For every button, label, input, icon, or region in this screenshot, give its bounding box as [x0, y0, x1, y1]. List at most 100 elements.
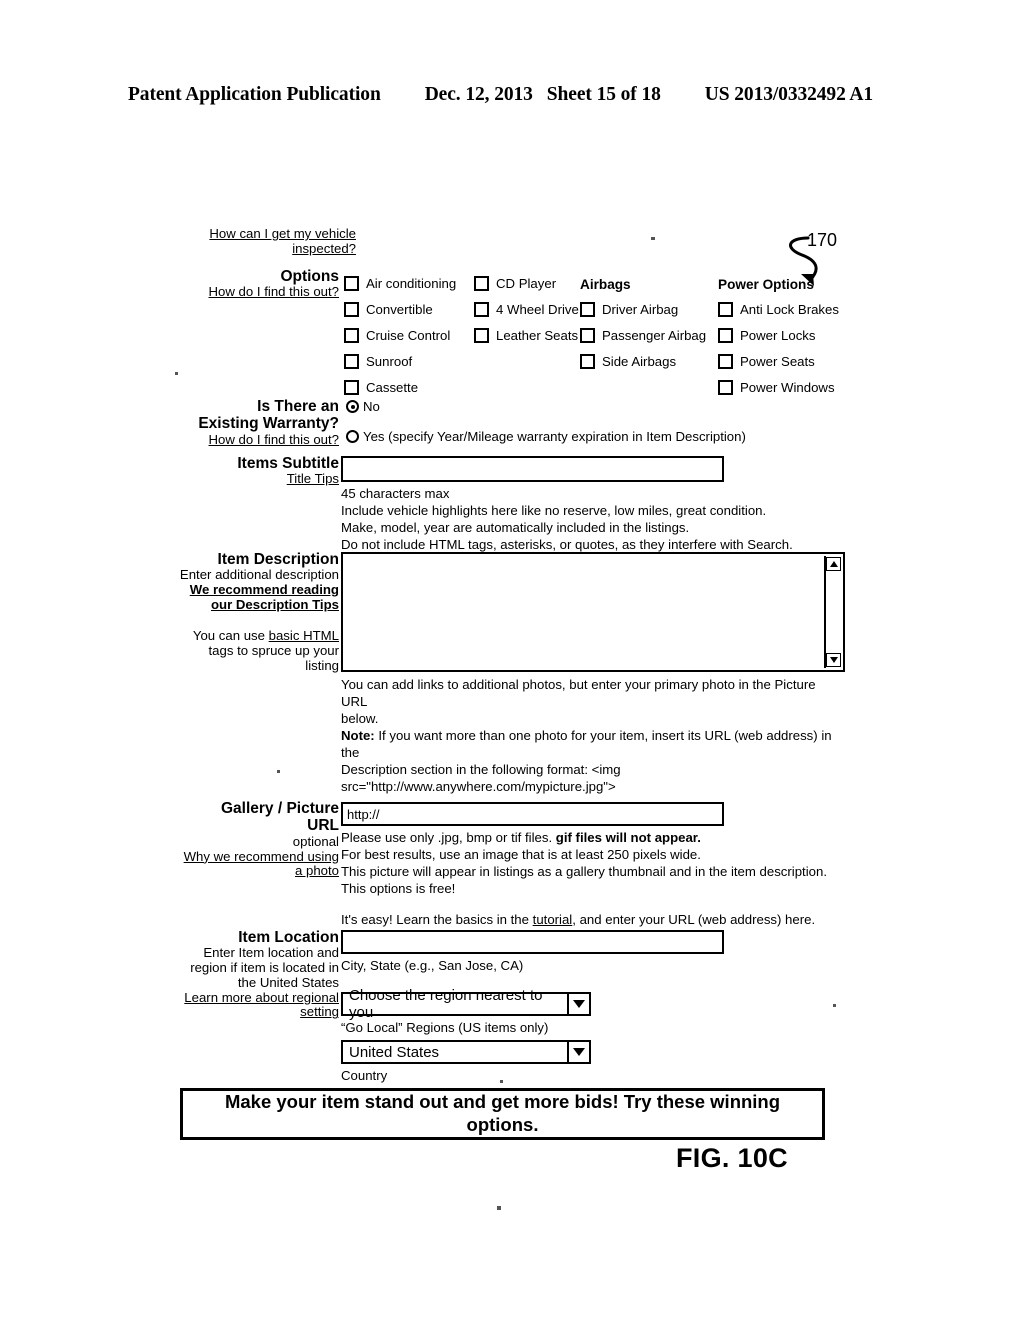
scan-speck	[651, 237, 655, 240]
gallery-label-block: Gallery / Picture URL optional Why we re…	[150, 800, 339, 879]
checkbox-icon[interactable]	[718, 353, 733, 369]
option-label: 4 Wheel Drive	[496, 301, 579, 317]
checkbox-icon[interactable]	[580, 353, 595, 369]
option-label: Power Windows	[740, 379, 835, 395]
location-input[interactable]	[341, 930, 724, 954]
option-label: Convertible	[366, 301, 433, 317]
option-label: Power Seats	[740, 353, 815, 369]
options-label: Options	[280, 268, 339, 285]
vehicle-inspect-link-line1[interactable]: How can I get my vehicle	[150, 226, 356, 242]
airbags-heading: Airbags	[580, 276, 631, 292]
location-regional-link-line2[interactable]: setting	[150, 1005, 339, 1020]
location-regional-link-line1[interactable]: Learn more about regional	[150, 990, 339, 1006]
radio-icon[interactable]	[346, 430, 359, 443]
checkbox-icon[interactable]	[718, 379, 733, 395]
option-label: Driver Airbag	[602, 301, 679, 317]
location-hint: City, State (e.g., San Jose, CA)	[341, 958, 524, 973]
options-help-link[interactable]: How do I find this out?	[150, 285, 339, 300]
description-note: Note: If you want more than one photo fo…	[341, 727, 836, 795]
tutorial-link[interactable]: tutorial	[533, 912, 573, 927]
option-cd-player[interactable]: CD Player	[474, 270, 579, 296]
description-html-line1-pre: You can use	[192, 628, 269, 643]
option-cassette[interactable]: Cassette	[344, 374, 456, 400]
country-select-value: United States	[349, 1043, 440, 1061]
gallery-why-link-line1[interactable]: Why we recommend using	[150, 849, 339, 865]
gallery-easy-text: It's easy! Learn the basics in the tutor…	[341, 911, 851, 928]
option-label: Passenger Airbag	[602, 327, 707, 343]
subtitle-tips-link[interactable]: Title Tips	[150, 472, 339, 487]
warranty-help-link[interactable]: How do I find this out?	[150, 432, 339, 448]
description-textarea[interactable]	[341, 552, 845, 672]
subtitle-hint-line2: Include vehicle highlights here like no …	[341, 503, 767, 519]
figure-label: FIG. 10C	[676, 1143, 788, 1173]
location-label-block: Item Location Enter Item location and re…	[150, 929, 339, 1020]
checkbox-icon[interactable]	[344, 327, 359, 343]
checkbox-icon[interactable]	[344, 353, 359, 369]
promo-banner[interactable]: Make your item stand out and get more bi…	[180, 1088, 825, 1140]
radio-icon[interactable]	[346, 400, 359, 413]
scrollbar-down-button[interactable]	[826, 653, 841, 667]
gallery-hint-line3: This picture will appear in listings as …	[341, 864, 827, 880]
region-select[interactable]: Choose the region nearest to you	[341, 987, 591, 1021]
description-label: Item Description	[217, 551, 339, 568]
option-passenger-airbag[interactable]: Passenger Airbag	[580, 322, 706, 348]
vehicle-inspect-link-line2[interactable]: inspected?	[150, 241, 356, 257]
country-hint: Country	[341, 1068, 388, 1083]
country-select[interactable]: United States	[341, 1040, 591, 1064]
gallery-url-value: http://	[347, 806, 380, 822]
description-tips-link-line1[interactable]: We recommend reading	[150, 582, 339, 598]
option-driver-airbag[interactable]: Driver Airbag	[580, 296, 706, 322]
warranty-radio-yes-label: Yes (specify Year/Mileage warranty expir…	[363, 429, 746, 444]
chevron-down-icon[interactable]	[567, 1042, 589, 1062]
option-power-locks[interactable]: Power Locks	[718, 322, 839, 348]
option-side-airbags[interactable]: Side Airbags	[580, 348, 706, 374]
gallery-why-link-line2[interactable]: a photo	[150, 863, 339, 879]
triangle-up-icon	[829, 561, 838, 567]
checkbox-icon[interactable]	[718, 301, 733, 317]
option-anti-lock-brakes[interactable]: Anti Lock Brakes	[718, 296, 839, 322]
option-4-wheel-drive[interactable]: 4 Wheel Drive	[474, 296, 579, 322]
subtitle-hint-line4: Do not include HTML tags, asterisks, or …	[341, 537, 793, 553]
description-sub-line1: Enter additional description	[179, 567, 339, 583]
subtitle-label-block: Items Subtitle Title Tips	[150, 455, 339, 487]
warranty-radio-yes[interactable]: Yes (specify Year/Mileage warranty expir…	[346, 429, 746, 444]
option-convertible[interactable]: Convertible	[344, 296, 456, 322]
location-sub-line2: region if item is located in	[190, 960, 339, 976]
vehicle-inspect-link[interactable]: How can I get my vehicle inspected?	[150, 226, 356, 257]
option-cruise-control[interactable]: Cruise Control	[344, 322, 456, 348]
checkbox-icon[interactable]	[580, 327, 595, 343]
checkbox-icon[interactable]	[474, 301, 489, 317]
basic-html-link[interactable]: basic HTML	[269, 628, 339, 643]
option-air-conditioning[interactable]: Air conditioning	[344, 270, 456, 296]
description-below-line1: You can add links to additional photos, …	[341, 677, 816, 710]
option-power-windows[interactable]: Power Windows	[718, 374, 839, 400]
gallery-easy-pre: It's easy! Learn the basics in the	[341, 912, 533, 927]
checkbox-icon[interactable]	[474, 327, 489, 343]
checkbox-icon[interactable]	[344, 301, 359, 317]
subtitle-input[interactable]	[341, 456, 724, 482]
gallery-url-input[interactable]: http://	[341, 802, 724, 826]
description-scrollbar[interactable]	[824, 556, 841, 668]
description-note-line1-rest: If you want more than one photo for your…	[341, 728, 832, 761]
option-power-seats[interactable]: Power Seats	[718, 348, 839, 374]
checkbox-icon[interactable]	[344, 379, 359, 395]
checkbox-icon[interactable]	[344, 275, 359, 291]
gallery-hint-line1-bold: gif files will not appear.	[555, 830, 701, 845]
chevron-down-icon[interactable]	[567, 994, 589, 1014]
scan-speck	[833, 1004, 836, 1007]
subtitle-label: Items Subtitle	[237, 455, 339, 472]
checkbox-icon[interactable]	[718, 327, 733, 343]
description-tips-link-line2[interactable]: our Description Tips	[150, 597, 339, 613]
option-label: Anti Lock Brakes	[740, 301, 839, 317]
checkbox-icon[interactable]	[474, 275, 489, 291]
description-below-text: You can add links to additional photos, …	[341, 676, 831, 727]
checkbox-icon[interactable]	[580, 301, 595, 317]
option-sunroof[interactable]: Sunroof	[344, 348, 456, 374]
scrollbar-up-button[interactable]	[826, 557, 841, 571]
option-leather-seats[interactable]: Leather Seats	[474, 322, 579, 348]
options-label-block: Options How do I find this out?	[150, 268, 339, 300]
gallery-label-line2: URL	[307, 817, 339, 835]
subtitle-hint-line1: 45 characters max	[341, 486, 450, 501]
figure-10c: 170 How can I get my vehicle inspected? …	[0, 0, 1024, 1320]
warranty-radio-no[interactable]: No	[346, 399, 380, 414]
